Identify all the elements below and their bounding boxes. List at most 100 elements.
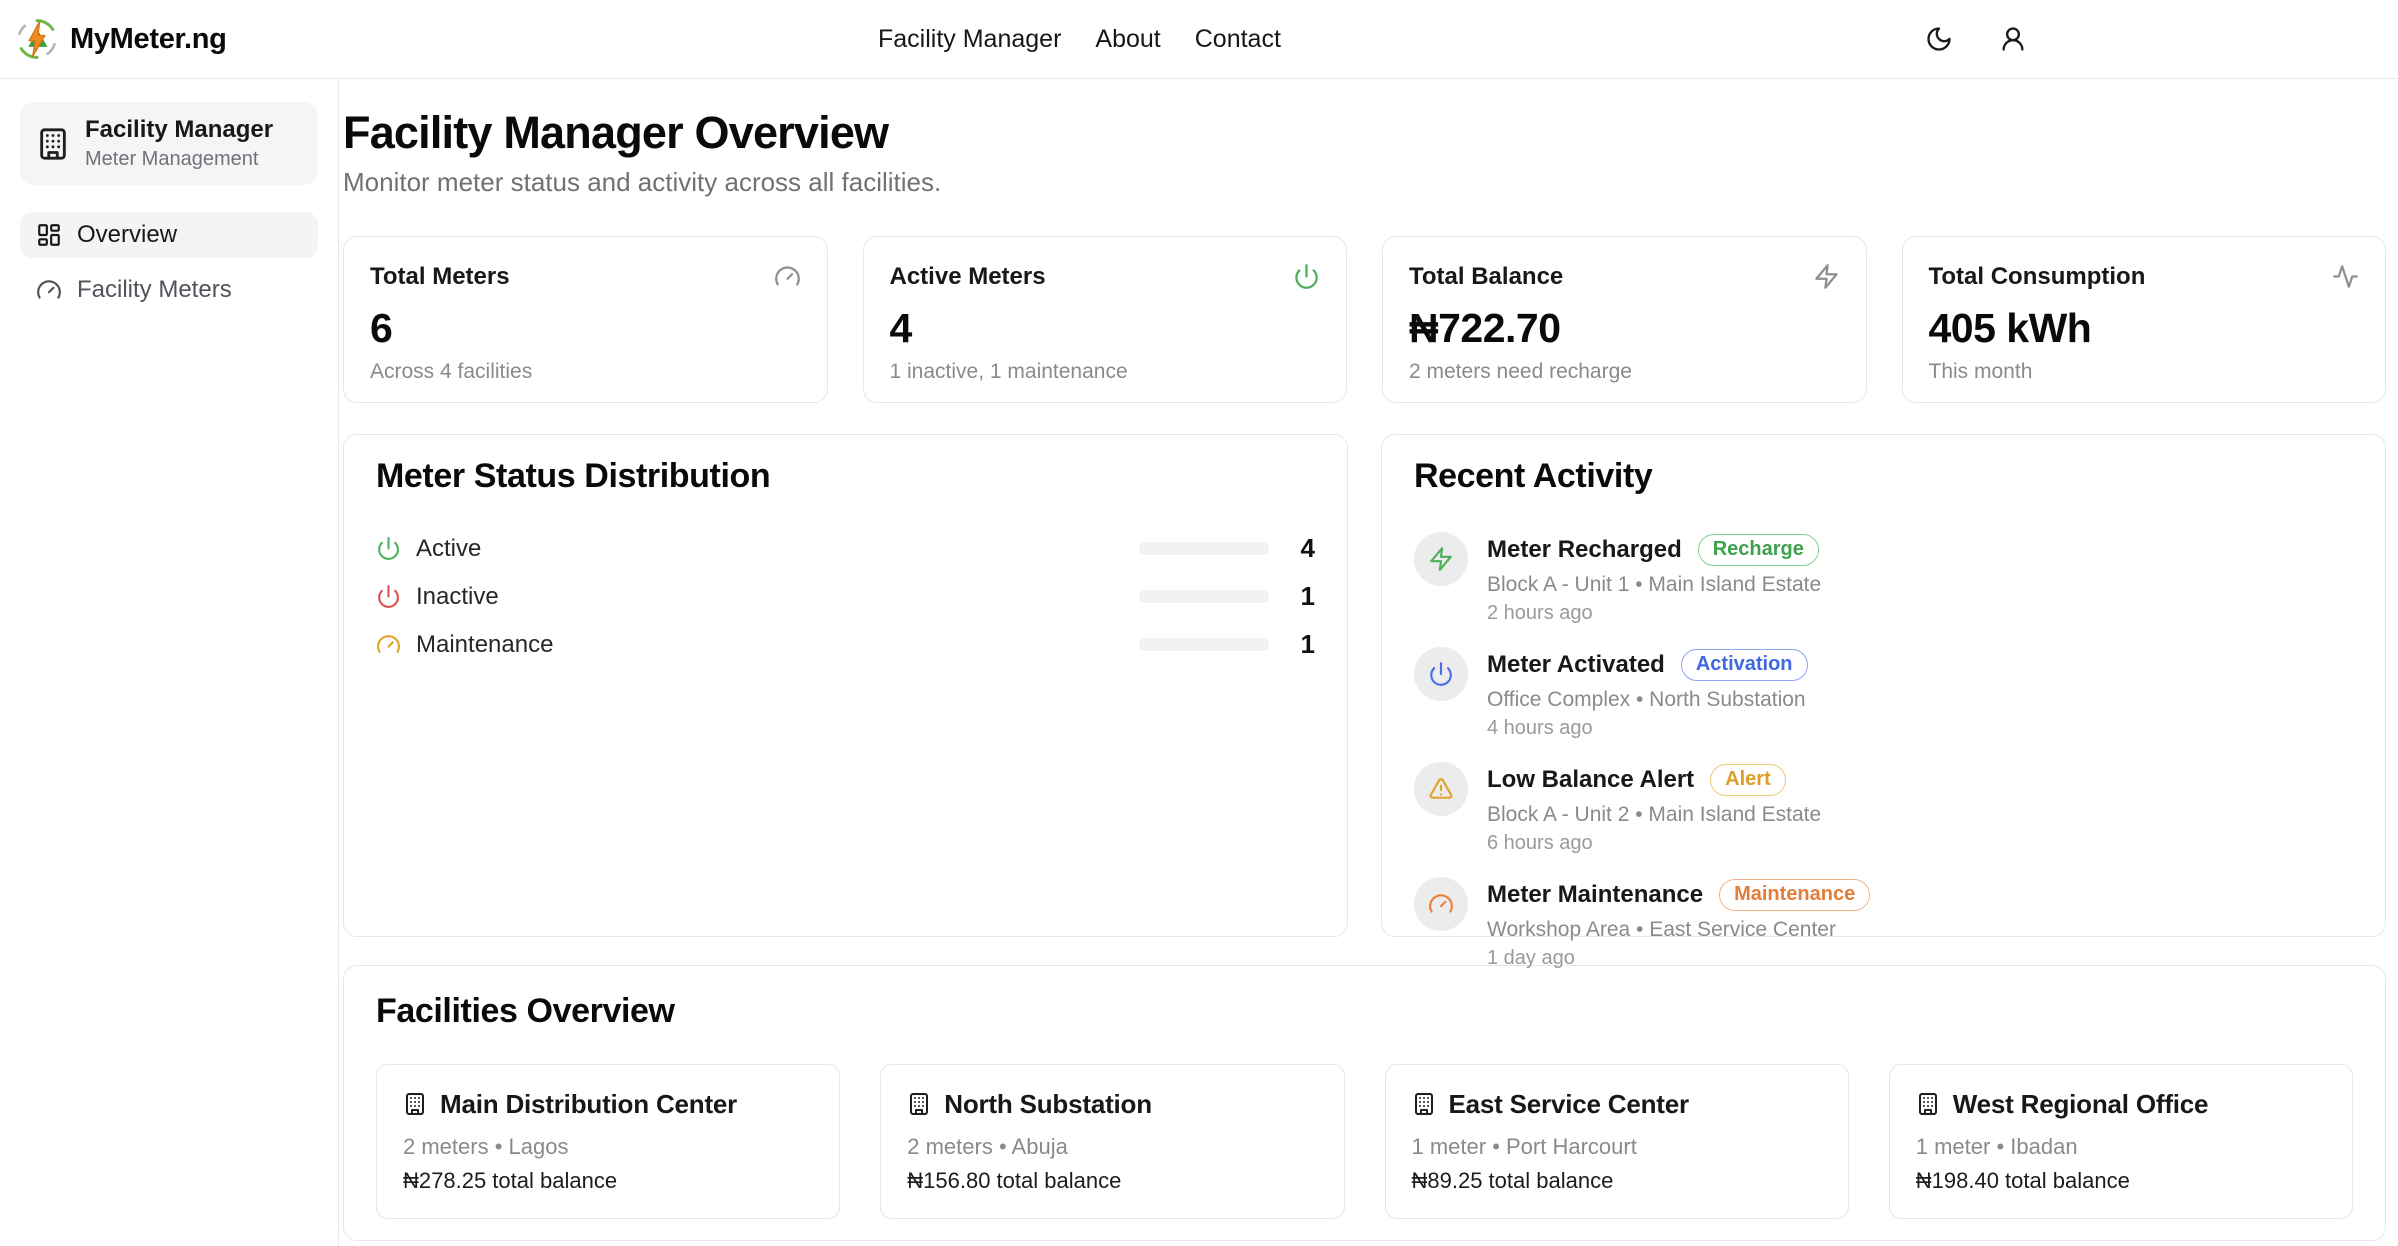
facility-balance: ₦198.40 total balance (1916, 1168, 2326, 1194)
nav-link-facility-manager[interactable]: Facility Manager (878, 25, 1061, 54)
moon-icon (1925, 25, 1953, 53)
stat-value: ₦722.70 (1409, 305, 1840, 352)
progress-bar (1139, 590, 1269, 603)
distribution-label: Active (416, 535, 481, 563)
building-icon (1916, 1092, 1940, 1116)
alert-triangle-icon (1428, 776, 1454, 802)
facility-meta: 1 meter • Port Harcourt (1412, 1134, 1822, 1160)
recent-activity-title: Recent Activity (1414, 457, 2353, 496)
activity-icon-circle (1414, 647, 1468, 701)
progress-bar (1139, 542, 1269, 555)
facility-balance: ₦89.25 total balance (1412, 1168, 1822, 1194)
building-icon (1412, 1092, 1436, 1116)
activity-description: Office Complex • North Substation (1487, 688, 1808, 712)
power-icon (1293, 263, 1320, 290)
activity-badge: Maintenance (1719, 879, 1870, 911)
stats-row: Total Meters 6 Across 4 facilities Activ… (343, 236, 2386, 403)
dashboard-icon (36, 222, 62, 248)
activity-timestamp: 2 hours ago (1487, 602, 1821, 625)
stat-note: This month (1929, 360, 2360, 384)
activity-title: Meter Maintenance (1487, 881, 1703, 909)
activity-icon (2332, 263, 2359, 290)
distribution-rows: Active 4 Inactive 1 Maintenanc (376, 529, 1315, 665)
activity-description: Workshop Area • East Service Center (1487, 918, 1870, 942)
brand-name: MyMeter.ng (70, 23, 227, 56)
activity-title: Low Balance Alert (1487, 766, 1694, 794)
building-icon (403, 1092, 427, 1116)
header-actions (1925, 0, 2027, 78)
page-title: Facility Manager Overview (343, 107, 2386, 159)
facility-meta: 2 meters • Abuja (907, 1134, 1317, 1160)
activity-icon-circle (1414, 762, 1468, 816)
account-button[interactable] (1999, 25, 2027, 53)
stat-label: Total Consumption (1929, 263, 2146, 291)
stat-label: Total Balance (1409, 263, 1563, 291)
facilities-grid: Main Distribution Center 2 meters • Lago… (376, 1064, 2353, 1219)
brand-logo-link[interactable]: MyMeter.ng (16, 18, 227, 60)
stat-card-total-meters: Total Meters 6 Across 4 facilities (343, 236, 828, 403)
activity-timestamp: 1 day ago (1487, 947, 1870, 970)
stat-note: Across 4 facilities (370, 360, 801, 384)
distribution-row-inactive: Inactive 1 (376, 577, 1315, 617)
stat-card-active-meters: Active Meters 4 1 inactive, 1 maintenanc… (863, 236, 1348, 403)
facility-name: Main Distribution Center (440, 1089, 737, 1120)
gauge-icon (36, 277, 62, 303)
page-subtitle: Monitor meter status and activity across… (343, 167, 2386, 198)
sidebar-nav: Overview Facility Meters (20, 212, 318, 313)
gauge-icon (376, 632, 401, 657)
distribution-value: 1 (1285, 629, 1315, 660)
user-icon (1999, 25, 2027, 53)
top-navbar: MyMeter.ng Facility Manager About Contac… (0, 0, 2398, 79)
distribution-title: Meter Status Distribution (376, 457, 1315, 496)
middle-row: Meter Status Distribution Active 4 Inact… (343, 434, 2386, 937)
activity-icon-circle (1414, 877, 1468, 931)
sidebar-role-title: Facility Manager (85, 116, 273, 144)
facility-name: North Substation (944, 1089, 1152, 1120)
gauge-icon (774, 263, 801, 290)
power-icon (1428, 661, 1454, 687)
mymeter-logo-icon (16, 18, 58, 60)
facility-card-main-distribution-center: Main Distribution Center 2 meters • Lago… (376, 1064, 840, 1219)
facility-card-north-substation: North Substation 2 meters • Abuja ₦156.8… (880, 1064, 1344, 1219)
sidebar-item-facility-meters[interactable]: Facility Meters (20, 267, 318, 313)
facility-meta: 2 meters • Lagos (403, 1134, 813, 1160)
facility-card-west-regional-office: West Regional Office 1 meter • Ibadan ₦1… (1889, 1064, 2353, 1219)
activity-item: Low Balance Alert Alert Block A - Unit 2… (1414, 762, 2353, 855)
nav-link-about[interactable]: About (1095, 25, 1160, 54)
stat-note: 2 meters need recharge (1409, 360, 1840, 384)
zap-icon (1813, 263, 1840, 290)
meter-status-distribution-panel: Meter Status Distribution Active 4 Inact… (343, 434, 1348, 937)
distribution-row-active: Active 4 (376, 529, 1315, 569)
stat-label: Active Meters (890, 263, 1046, 291)
sidebar-item-overview[interactable]: Overview (20, 212, 318, 258)
stat-value: 405 kWh (1929, 305, 2360, 352)
main-nav: Facility Manager About Contact (878, 0, 1281, 78)
power-icon (376, 584, 401, 609)
facility-balance: ₦278.25 total balance (403, 1168, 813, 1194)
facilities-title: Facilities Overview (376, 992, 2353, 1031)
building-icon (36, 127, 70, 161)
main-content: Facility Manager Overview Monitor meter … (339, 79, 2398, 1246)
distribution-row-maintenance: Maintenance 1 (376, 625, 1315, 665)
activity-list: Meter Recharged Recharge Block A - Unit … (1414, 532, 2353, 970)
nav-link-contact[interactable]: Contact (1195, 25, 1281, 54)
sidebar-role-card[interactable]: Facility Manager Meter Management (20, 102, 318, 185)
recent-activity-panel: Recent Activity Meter Recharged Recharge… (1381, 434, 2386, 937)
app-root: MyMeter.ng Facility Manager About Contac… (0, 0, 2398, 1246)
activity-title: Meter Recharged (1487, 536, 1682, 564)
facility-card-east-service-center: East Service Center 1 meter • Port Harco… (1385, 1064, 1849, 1219)
stat-note: 1 inactive, 1 maintenance (890, 360, 1321, 384)
sidebar-item-label: Facility Meters (77, 276, 232, 304)
activity-item: Meter Activated Activation Office Comple… (1414, 647, 2353, 740)
dark-mode-toggle[interactable] (1925, 25, 1953, 53)
distribution-label: Inactive (416, 583, 499, 611)
activity-item: Meter Maintenance Maintenance Workshop A… (1414, 877, 2353, 970)
building-icon (907, 1092, 931, 1116)
activity-description: Block A - Unit 2 • Main Island Estate (1487, 803, 1821, 827)
stat-label: Total Meters (370, 263, 510, 291)
activity-badge: Recharge (1698, 534, 1819, 566)
sidebar: Facility Manager Meter Management Overvi… (0, 79, 339, 1246)
sidebar-item-label: Overview (77, 221, 177, 249)
distribution-label: Maintenance (416, 631, 553, 659)
facility-meta: 1 meter • Ibadan (1916, 1134, 2326, 1160)
